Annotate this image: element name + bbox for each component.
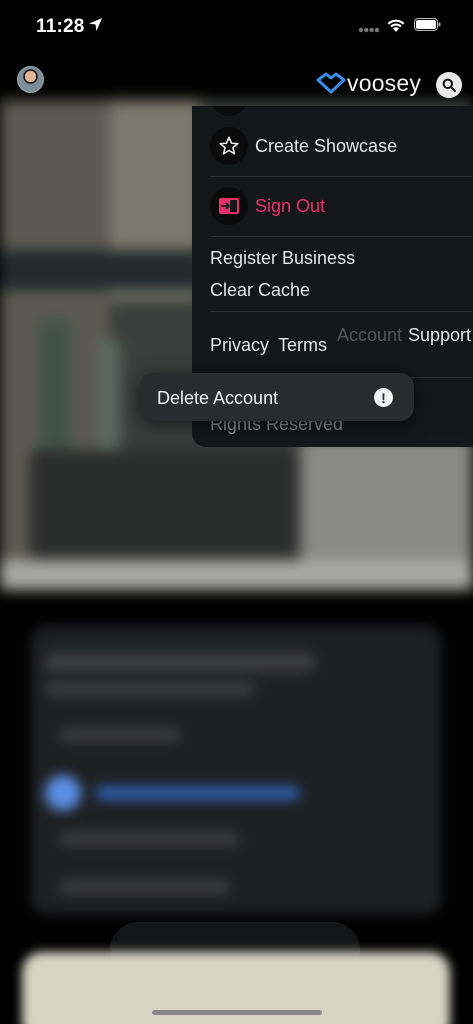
location-arrow-icon [88,17,103,32]
sign-out-icon [210,187,248,225]
brand-logo[interactable]: voosey [316,70,430,98]
delete-account-label: Delete Account [157,388,279,408]
support-link[interactable]: Support [408,324,473,354]
menu-divider [210,176,473,177]
status-time: 11:28 [36,16,85,37]
sign-out-label: Sign Out [255,195,326,216]
account-link[interactable]: Account [337,324,403,347]
exclamation-icon: ! [374,388,393,407]
clear-cache-link[interactable]: Clear Cache [210,280,310,301]
search-icon [442,78,456,92]
wifi-icon [387,19,405,32]
register-business-link[interactable]: Register Business [210,248,355,269]
signal-dots-icon [358,27,380,33]
delete-account-popover[interactable]: Delete Account ! [139,373,414,421]
star-icon [210,127,248,165]
menu-divider [210,236,473,237]
create-showcase-label: Create Showcase [255,135,398,156]
voosey-logo-icon [316,72,346,94]
brand-name: voosey [347,70,422,96]
user-avatar[interactable] [17,66,44,93]
battery-icon [414,18,441,31]
menu-divider [210,311,473,312]
status-bar: 11:28 [0,0,473,52]
search-button[interactable] [436,72,462,98]
terms-link[interactable]: Terms [278,335,327,356]
home-indicator[interactable] [152,1010,322,1015]
menu-item-icon-partial [210,106,248,116]
create-showcase-item[interactable]: Create Showcase [210,127,397,165]
sign-out-item[interactable]: Sign Out [210,187,325,225]
privacy-link[interactable]: Privacy [210,335,269,356]
